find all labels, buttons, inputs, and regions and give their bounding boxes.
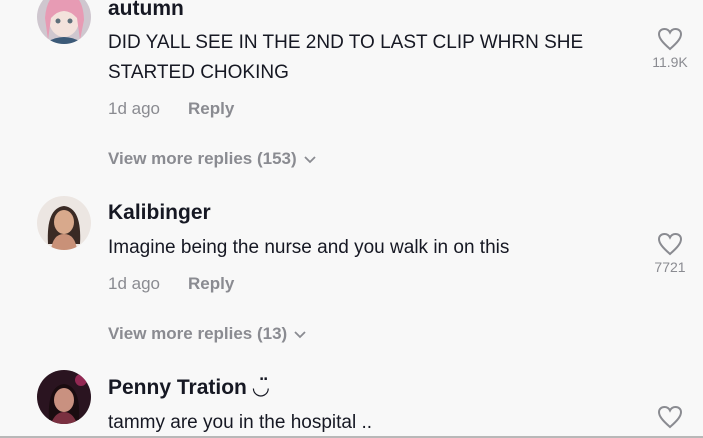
chevron-down-icon [303,150,317,170]
chevron-down-icon [293,325,307,345]
view-more-replies-button[interactable]: View more replies (153) [108,149,317,170]
comment-username[interactable]: Kalibinger [108,201,211,225]
like-button[interactable]: 7721 [648,232,692,275]
like-count: 7721 [654,259,686,275]
comment-username[interactable]: Penny Tration ◡̈ [108,375,269,400]
comment-timestamp: 1d ago [108,99,160,118]
like-button[interactable]: 11.9K [648,27,692,70]
view-more-replies-label: View more replies (153) [108,149,297,168]
like-count: 11.9K [652,54,688,70]
reply-button[interactable]: Reply [188,274,234,293]
comment-username[interactable]: autumn [108,0,184,21]
comment-meta: 1d ago Reply [108,274,234,294]
avatar[interactable] [37,0,91,44]
heart-icon [648,405,692,429]
comment-meta: 1d ago Reply [108,99,234,119]
heart-icon [648,27,692,51]
comment-text: DID YALL SEE IN THE 2ND TO LAST CLIP WHR… [108,32,584,83]
comment-timestamp: 1d ago [108,274,160,293]
reply-button[interactable]: Reply [188,99,234,118]
comment-text: Imagine being the nurse and you walk in … [108,237,510,258]
avatar[interactable] [37,370,91,424]
avatar[interactable] [37,196,91,250]
heart-icon [648,232,692,256]
view-more-replies-label: View more replies (13) [108,324,288,343]
like-button[interactable] [648,405,692,429]
view-more-replies-button[interactable]: View more replies (13) [108,324,307,345]
comment-text: tammy are you in the hospital .. [108,412,373,433]
